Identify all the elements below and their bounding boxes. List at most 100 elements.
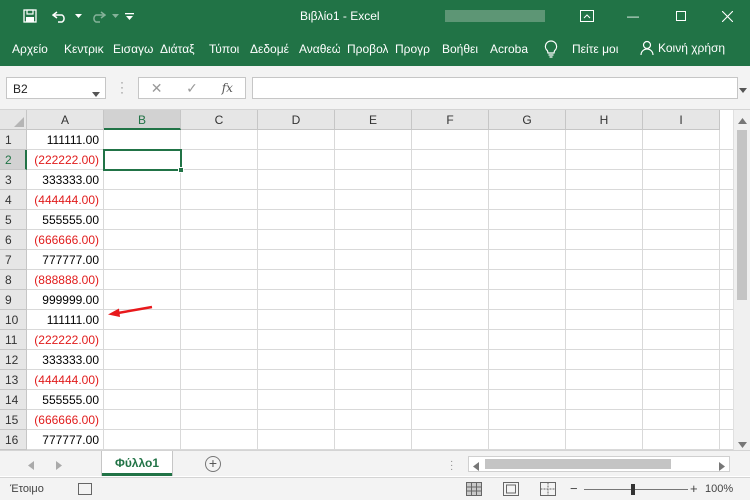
row-header-14[interactable]: 14 — [0, 390, 27, 410]
row-header-1[interactable]: 1 — [0, 130, 27, 150]
chevron-down-icon[interactable] — [92, 86, 100, 100]
row-header-5[interactable]: 5 — [0, 210, 27, 230]
tab-home[interactable]: Κεντρικ — [64, 42, 106, 56]
next-sheet-icon[interactable] — [56, 459, 62, 473]
row-header-3[interactable]: 3 — [0, 170, 27, 190]
resize-grip-icon[interactable]: · · · — [120, 76, 124, 98]
sheet-tab[interactable]: Φύλλο1 — [102, 451, 172, 476]
cell-a4[interactable]: (444444.00) — [27, 190, 104, 210]
column-header-b[interactable]: B — [104, 110, 181, 130]
tab-view[interactable]: Προβολ — [347, 42, 388, 56]
macro-record-icon[interactable] — [78, 483, 92, 495]
undo-dropdown-icon[interactable] — [72, 0, 84, 32]
column-header-a[interactable]: A — [27, 110, 104, 130]
redo-icon[interactable] — [86, 0, 110, 32]
tab-review[interactable]: Αναθεώ — [299, 42, 340, 56]
zoom-slider-thumb[interactable] — [631, 484, 635, 495]
insert-function-button[interactable]: fx — [210, 81, 245, 95]
scroll-right-icon[interactable] — [719, 460, 725, 474]
tell-me-search[interactable]: Πείτε μοι — [572, 42, 618, 56]
ribbon-display-icon[interactable] — [564, 0, 610, 32]
lightbulb-icon[interactable] — [543, 40, 559, 58]
cell-a11[interactable]: (222222.00) — [27, 330, 104, 350]
zoom-out-button[interactable]: − — [570, 481, 578, 496]
tab-split-grip-icon[interactable]: · · · — [450, 457, 453, 475]
formula-input[interactable] — [252, 77, 738, 99]
scroll-up-icon[interactable] — [738, 113, 747, 127]
cell-a12[interactable]: 333333.00 — [27, 350, 104, 370]
tab-help[interactable]: Βοήθει — [442, 42, 483, 56]
page-break-view-icon[interactable] — [540, 482, 556, 496]
row-header-10[interactable]: 10 — [0, 310, 27, 330]
redo-dropdown-icon[interactable] — [110, 0, 120, 32]
select-all-corner[interactable] — [0, 110, 27, 130]
row-header-15[interactable]: 15 — [0, 410, 27, 430]
tab-page-layout[interactable]: Διάταξ — [160, 42, 201, 56]
row-header-16[interactable]: 16 — [0, 430, 27, 450]
cell-a10[interactable]: 111111.00 — [27, 310, 104, 330]
row-header-13[interactable]: 13 — [0, 370, 27, 390]
column-header-d[interactable]: D — [258, 110, 335, 130]
maximize-icon[interactable] — [658, 0, 704, 32]
cell-a8[interactable]: (888888.00) — [27, 270, 104, 290]
vertical-scroll-thumb[interactable] — [737, 130, 747, 300]
customize-qat-icon[interactable] — [122, 0, 136, 32]
scroll-down-icon[interactable] — [738, 437, 747, 451]
share-button[interactable]: Κοινή χρήση — [640, 40, 725, 56]
tab-acrobat[interactable]: Acroba — [490, 42, 530, 56]
add-sheet-button[interactable]: + — [205, 456, 221, 472]
horizontal-scrollbar[interactable] — [468, 456, 730, 472]
cell-a2[interactable]: (222222.00) — [27, 150, 104, 170]
share-label: Κοινή χρήση — [658, 41, 726, 55]
column-header-h[interactable]: H — [566, 110, 643, 130]
page-layout-view-icon[interactable] — [503, 482, 519, 496]
cell-a13[interactable]: (444444.00) — [27, 370, 104, 390]
tab-formulas[interactable]: Τύποι — [209, 42, 245, 56]
cell-a16[interactable]: 777777.00 — [27, 430, 104, 450]
row-header-4[interactable]: 4 — [0, 190, 27, 210]
enter-icon[interactable]: ✓ — [174, 80, 209, 97]
active-cell-b2[interactable] — [103, 149, 184, 173]
cell-a3[interactable]: 333333.00 — [27, 170, 104, 190]
tab-file[interactable]: Αρχείο — [12, 42, 52, 56]
cell-a14[interactable]: 555555.00 — [27, 390, 104, 410]
column-header-e[interactable]: E — [335, 110, 412, 130]
cell-a7[interactable]: 777777.00 — [27, 250, 104, 270]
expand-formula-bar-icon[interactable] — [739, 82, 747, 96]
horizontal-scroll-thumb[interactable] — [485, 459, 671, 469]
vertical-scrollbar[interactable] — [733, 110, 750, 450]
cell-a5[interactable]: 555555.00 — [27, 210, 104, 230]
column-header-f[interactable]: F — [412, 110, 489, 130]
row-header-12[interactable]: 12 — [0, 350, 27, 370]
worksheet-grid[interactable]: ABCDEFGHI 1 2 3 4 5 6 7 8 9 10 11 12 13 14 15 16 111111… — [0, 110, 733, 450]
cell-a6[interactable]: (666666.00) — [27, 230, 104, 250]
row-header-9[interactable]: 9 — [0, 290, 27, 310]
zoom-in-button[interactable]: + — [690, 481, 698, 496]
save-icon[interactable] — [10, 0, 50, 32]
column-header-g[interactable]: G — [489, 110, 566, 130]
cell-a1[interactable]: 111111.00 — [27, 130, 104, 150]
column-header-i[interactable]: I — [643, 110, 720, 130]
name-box[interactable]: B2 — [6, 77, 106, 99]
normal-view-icon[interactable] — [466, 482, 482, 496]
row-header-8[interactable]: 8 — [0, 270, 27, 290]
row-header-6[interactable]: 6 — [0, 230, 27, 250]
zoom-slider[interactable] — [584, 489, 688, 490]
tab-data[interactable]: Δεδομέ — [250, 42, 292, 56]
cancel-icon[interactable]: ✕ — [139, 80, 174, 97]
cell-a9[interactable]: 999999.00 — [27, 290, 104, 310]
tab-insert[interactable]: Εισαγω — [113, 42, 154, 56]
minimize-icon[interactable]: — — [610, 0, 656, 32]
row-header-7[interactable]: 7 — [0, 250, 27, 270]
fill-handle[interactable] — [178, 167, 184, 173]
cell-a15[interactable]: (666666.00) — [27, 410, 104, 430]
scroll-left-icon[interactable] — [473, 460, 479, 474]
row-header-2[interactable]: 2 — [0, 150, 27, 170]
previous-sheet-icon[interactable] — [28, 459, 34, 473]
column-header-c[interactable]: C — [181, 110, 258, 130]
close-icon[interactable] — [704, 0, 750, 32]
undo-icon[interactable] — [48, 0, 72, 32]
row-header-11[interactable]: 11 — [0, 330, 27, 350]
tab-developer[interactable]: Προγρ — [395, 42, 436, 56]
zoom-level[interactable]: 100% — [705, 483, 733, 495]
